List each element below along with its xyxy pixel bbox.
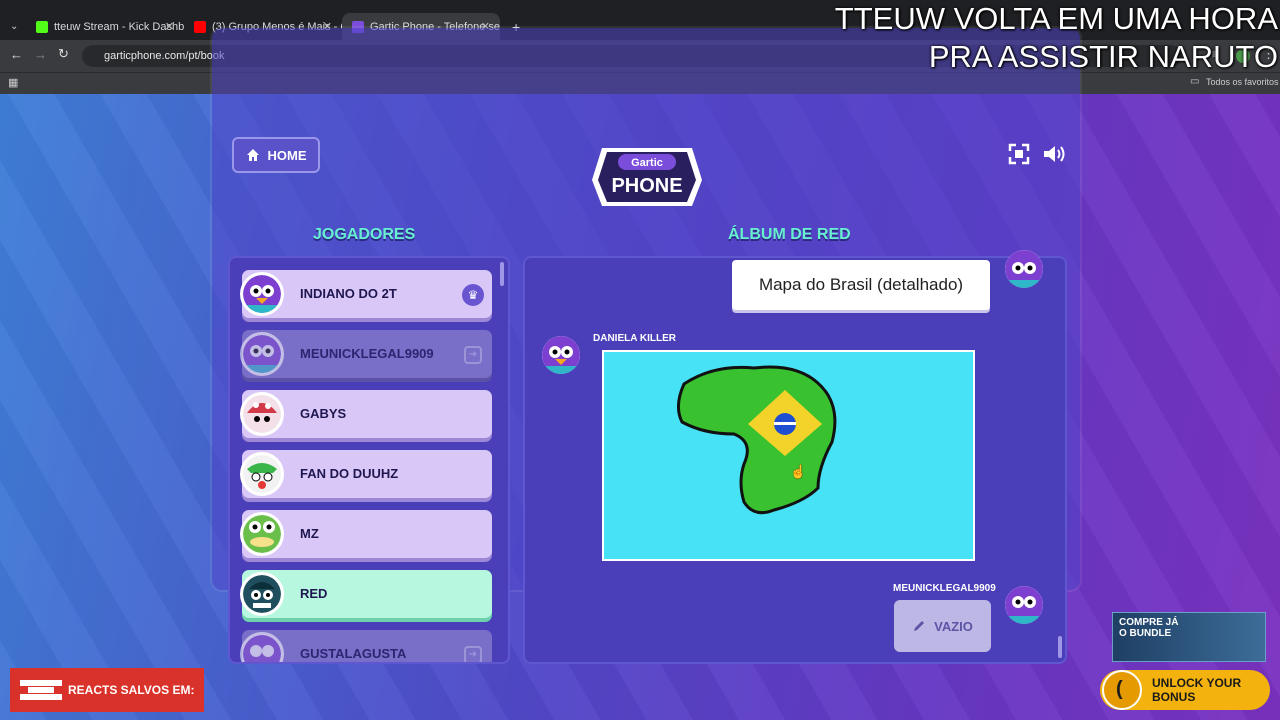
drawing-author-name: DANIELA KILLER <box>593 333 676 344</box>
player-name: FAN DO DUUHZ <box>300 466 399 481</box>
player-row: MEUNICKLEGAL9909 ➜ <box>240 330 492 378</box>
player-row: FAN DO DUUHZ <box>240 450 492 498</box>
home-button[interactable]: HOME <box>232 137 320 173</box>
overlay-line-2: PRA ASSISTIR NARUTO <box>928 39 1278 74</box>
empty-entry-bubble: VAZIO <box>894 600 991 652</box>
svg-text:PHONE: PHONE <box>611 175 682 197</box>
player-row: MZ <box>240 510 492 558</box>
brand-logo-icon <box>20 680 62 700</box>
stream-overlay-text: TTEUW VOLTA EM UMA HORA PRA ASSISTIR NAR… <box>835 0 1278 76</box>
promo-banner: COMPRE JÁ O BUNDLE <box>1112 612 1266 662</box>
avatar <box>240 512 284 556</box>
exit-icon: ➜ <box>464 346 482 364</box>
back-icon[interactable]: ← <box>10 47 23 62</box>
close-icon[interactable]: ✕ <box>165 20 174 33</box>
drawing-author-avatar <box>542 336 580 374</box>
exit-icon: ➜ <box>464 646 482 662</box>
player-row: GUSTALAGUSTA ➜ <box>240 630 492 662</box>
overlay-line-1: TTEUW VOLTA EM UMA HORA <box>834 1 1278 36</box>
bonus-badge-icon: ( <box>1102 670 1142 710</box>
apps-icon[interactable]: ▦ <box>8 76 18 89</box>
next-author-name: MEUNICKLEGAL9909 <box>893 583 996 594</box>
tab-list-button[interactable]: ⌄ <box>4 13 26 40</box>
avatar <box>240 332 284 376</box>
player-name: MEUNICKLEGAL9909 <box>300 346 434 361</box>
players-title: JOGADORES <box>313 226 416 243</box>
prompt-text: Mapa do Brasil (detalhado) <box>758 275 964 294</box>
svg-text:Gartic: Gartic <box>631 157 663 169</box>
folder-icon: ▭ <box>1190 76 1200 87</box>
player-name: GABYS <box>300 406 347 421</box>
avatar <box>240 392 284 436</box>
reload-icon[interactable]: ↻ <box>58 46 69 62</box>
avatar <box>240 572 284 616</box>
player-name: INDIANO DO 2T <box>300 286 397 301</box>
chevron-down-icon: ⌄ <box>10 21 19 32</box>
player-name: MZ <box>300 526 319 541</box>
pencil-icon <box>914 621 925 631</box>
next-author-avatar <box>1005 586 1043 624</box>
players-scrollbar[interactable] <box>500 262 504 286</box>
prompt-author-avatar <box>1005 250 1043 288</box>
hand-cursor-icon: ☝ <box>790 464 807 479</box>
reacts-text: REACTS SALVOS EM: <box>68 683 195 697</box>
crown-icon: ♛ <box>462 284 484 306</box>
avatar <box>240 632 284 662</box>
home-label: HOME <box>267 147 307 163</box>
avatar <box>240 272 284 316</box>
all-bookmarks-link[interactable]: Todos os favoritos <box>1206 77 1279 87</box>
fullscreen-icon[interactable] <box>1008 143 1030 165</box>
volume-icon[interactable] <box>1042 143 1068 165</box>
unlock-bonus-banner: ( UNLOCK YOUR BONUS <box>1100 670 1270 710</box>
gartic-phone-logo: Gartic PHONE <box>592 148 702 206</box>
player-name: RED <box>300 586 328 601</box>
player-row-active: RED <box>240 570 492 618</box>
reacts-banner: REACTS SALVOS EM: <box>10 668 204 712</box>
unlock-text: UNLOCK YOUR BONUS <box>1152 676 1242 704</box>
promo-text: COMPRE JÁ O BUNDLE <box>1119 617 1179 639</box>
player-name: GUSTALAGUSTA <box>300 646 407 661</box>
player-row: INDIANO DO 2T ♛ <box>240 270 492 318</box>
url-text: garticphone.com/pt/book <box>104 50 225 62</box>
brazil-map-drawing <box>677 365 837 515</box>
players-list[interactable]: INDIANO DO 2T ♛ MEUNICKLEGAL9909 ➜ GABYS… <box>228 256 510 664</box>
player-row: GABYS <box>240 390 492 438</box>
tab-kick[interactable]: tteuw Stream - Kick Dashbo ✕ <box>26 13 184 40</box>
kick-icon <box>36 20 48 33</box>
prompt-bubble: Mapa do Brasil (detalhado) <box>732 260 990 310</box>
album-title: ÁLBUM DE RED <box>728 226 851 243</box>
house-icon <box>246 149 259 161</box>
forward-icon[interactable]: → <box>34 47 47 62</box>
drawing-canvas: ☝ <box>602 350 975 561</box>
album-scrollbar[interactable] <box>1058 636 1062 658</box>
avatar <box>240 452 284 496</box>
empty-label: VAZIO <box>934 618 973 634</box>
youtube-icon <box>194 20 206 33</box>
